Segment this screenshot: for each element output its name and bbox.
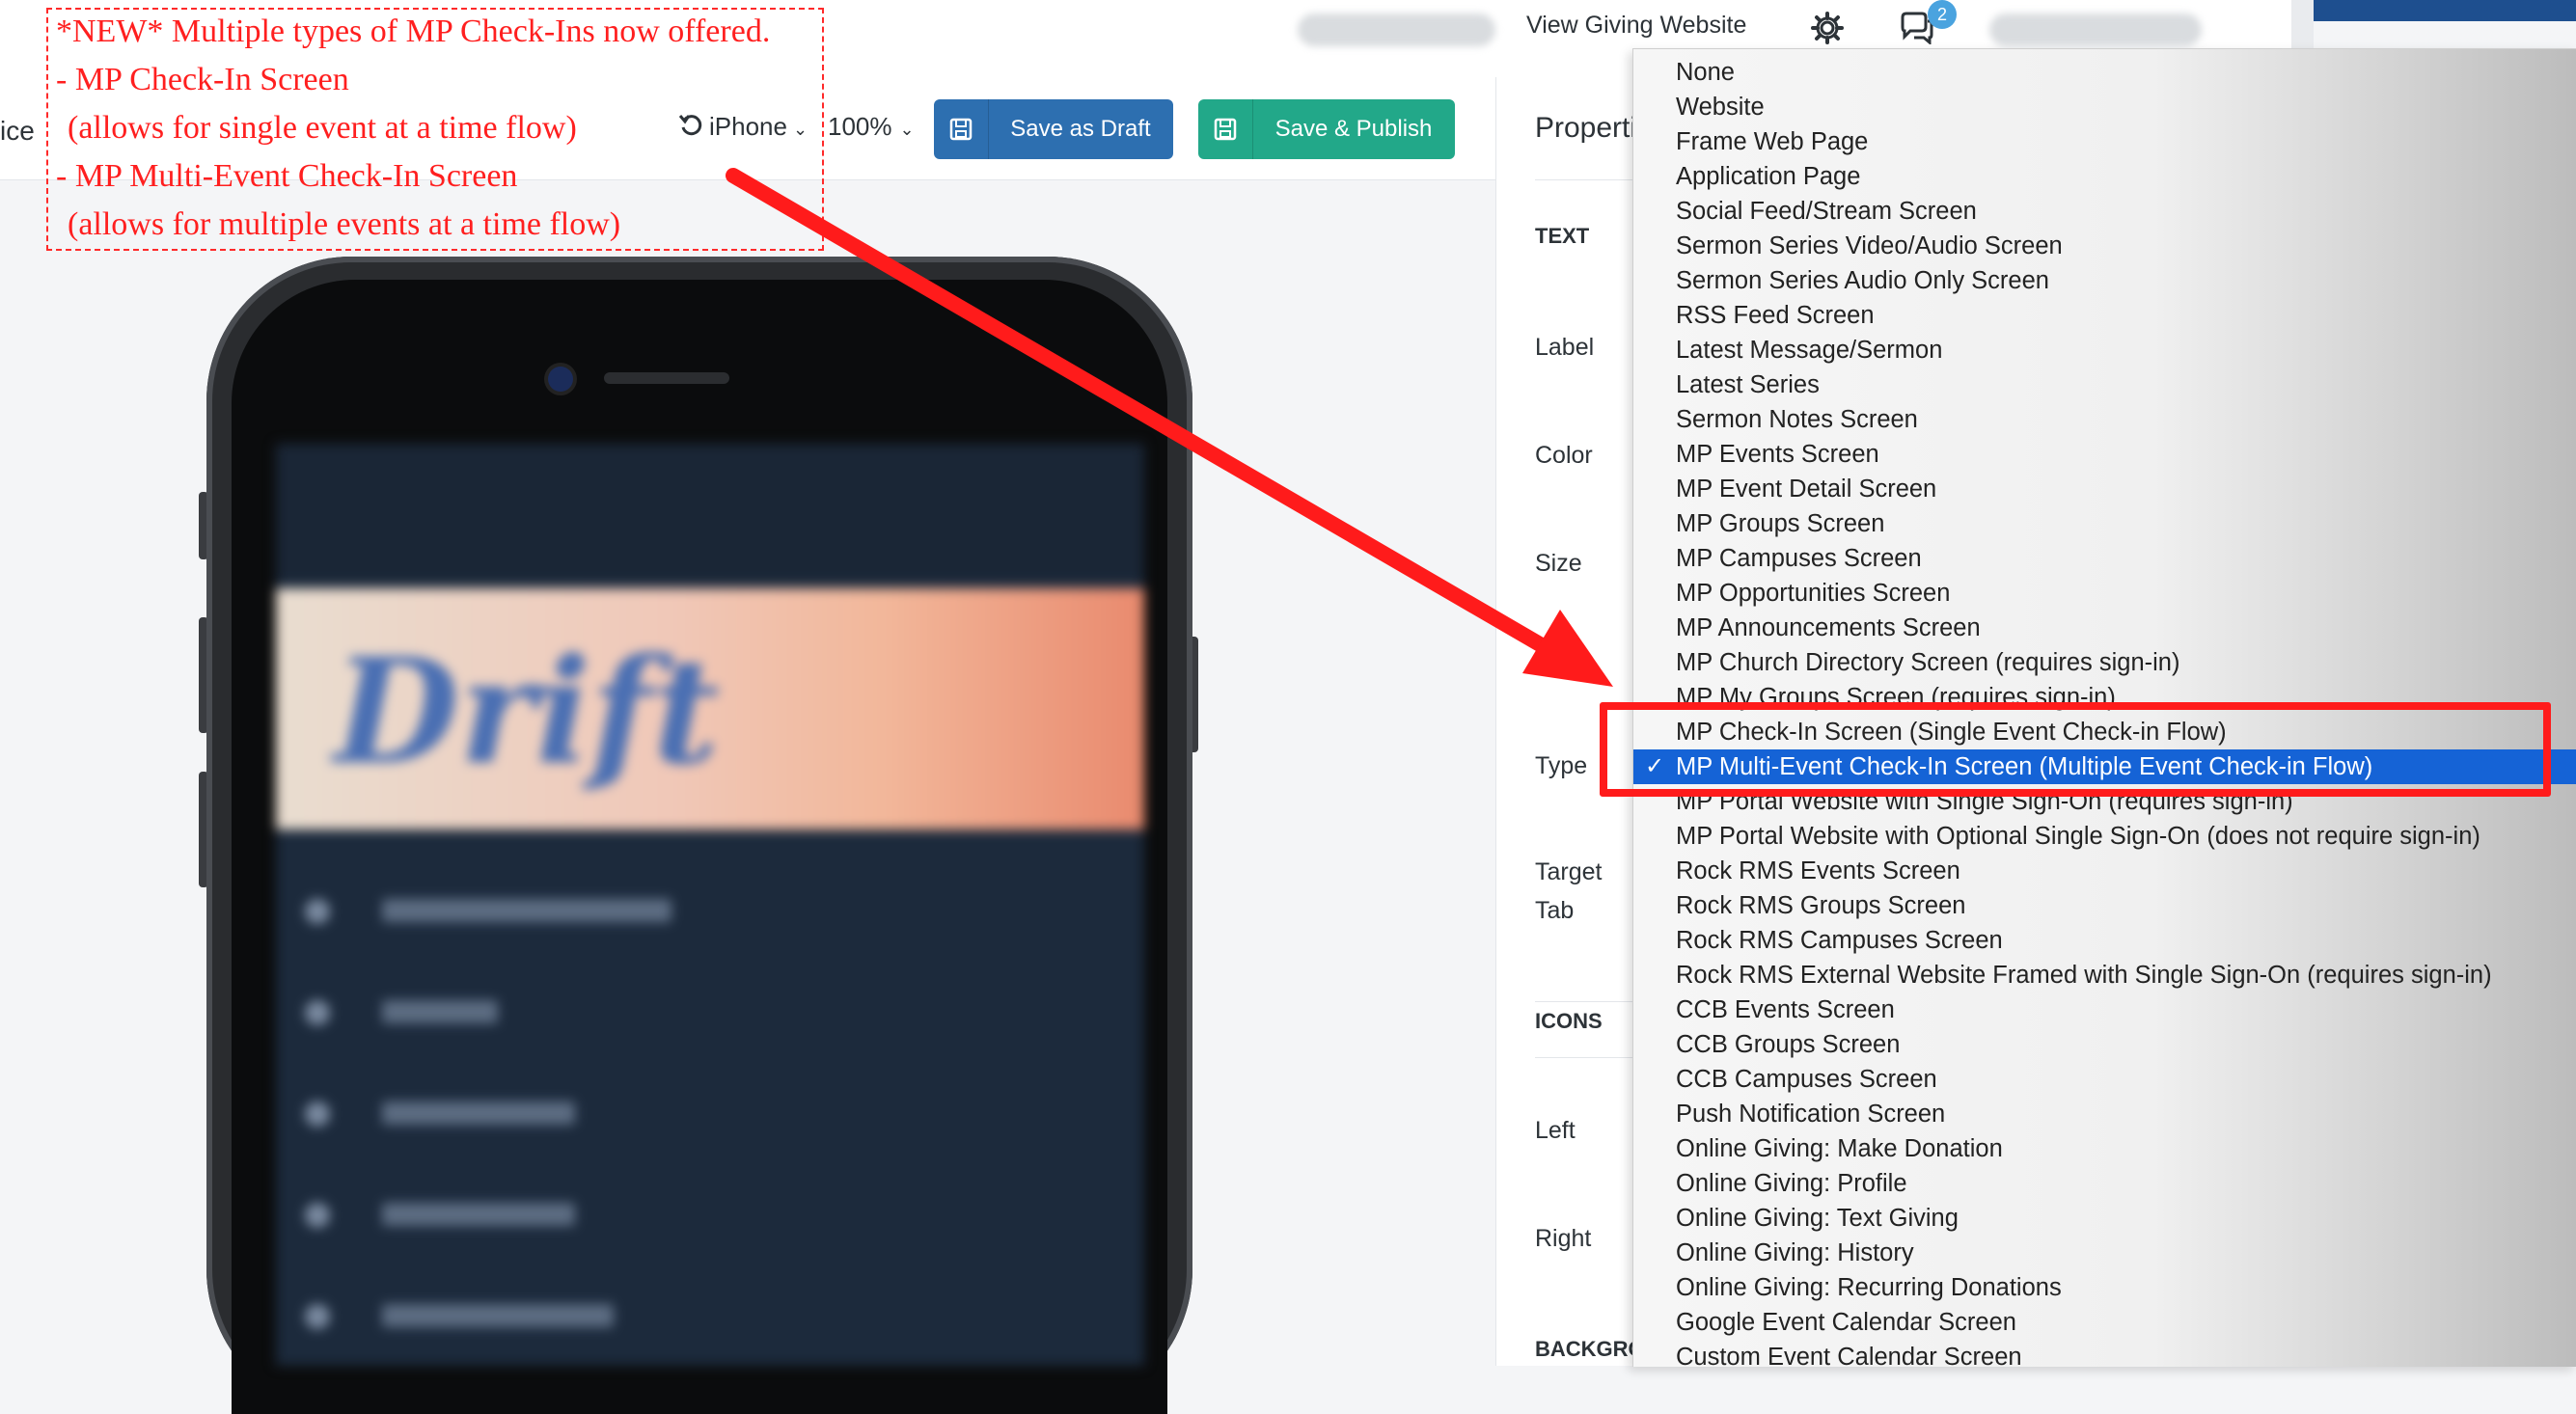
annotation-arrow xyxy=(726,168,1613,687)
